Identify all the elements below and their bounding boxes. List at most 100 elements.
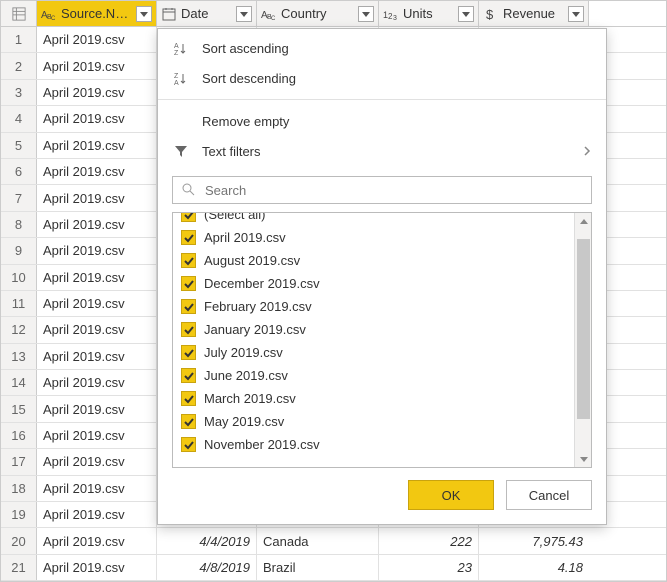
- checkbox-checked-icon[interactable]: [181, 253, 196, 268]
- filter-value-item[interactable]: April 2019.csv: [173, 226, 573, 249]
- scroll-down-icon[interactable]: [575, 450, 592, 467]
- column-header-revenue[interactable]: $ Revenue: [479, 1, 589, 26]
- checkbox-checked-icon[interactable]: [181, 322, 196, 337]
- svg-text:C: C: [51, 16, 56, 22]
- cancel-button[interactable]: Cancel: [506, 480, 592, 510]
- row-number: 10: [1, 265, 37, 290]
- row-number: 11: [1, 291, 37, 316]
- column-header-units[interactable]: 123 Units: [379, 1, 479, 26]
- menu-divider: [158, 99, 606, 100]
- cell-revenue[interactable]: 4.18: [479, 555, 589, 580]
- currency-type-icon: $: [483, 6, 499, 22]
- table-corner-icon[interactable]: [1, 1, 37, 26]
- filter-value-item[interactable]: May 2019.csv: [173, 410, 573, 433]
- column-header-date[interactable]: Date: [157, 1, 257, 26]
- cell-source[interactable]: April 2019.csv: [37, 528, 157, 553]
- checkbox-checked-icon[interactable]: [181, 345, 196, 360]
- column-header-source-name[interactable]: ABC Source.Name: [37, 1, 157, 26]
- sort-ascending-item[interactable]: AZ Sort ascending: [158, 33, 606, 63]
- filter-value-item[interactable]: January 2019.csv: [173, 318, 573, 341]
- column-filter-dropdown[interactable]: [458, 6, 474, 22]
- cell-date[interactable]: 4/8/2019: [157, 555, 257, 580]
- svg-text:C: C: [271, 16, 276, 22]
- remove-empty-item[interactable]: Remove empty: [158, 106, 606, 136]
- filter-value-label: (Select all): [204, 213, 265, 222]
- cell-revenue[interactable]: 7,975.43: [479, 528, 589, 553]
- cell-units[interactable]: 222: [379, 528, 479, 553]
- filter-value-item[interactable]: February 2019.csv: [173, 295, 573, 318]
- row-number: 20: [1, 528, 37, 553]
- cell-source[interactable]: April 2019.csv: [37, 423, 157, 448]
- row-number: 8: [1, 212, 37, 237]
- filter-value-label: November 2019.csv: [204, 437, 320, 452]
- chevron-right-icon: [582, 144, 592, 159]
- checkbox-checked-icon[interactable]: [181, 230, 196, 245]
- cell-source[interactable]: April 2019.csv: [37, 53, 157, 78]
- filter-value-label: May 2019.csv: [204, 414, 284, 429]
- cell-source[interactable]: April 2019.csv: [37, 396, 157, 421]
- column-filter-dropdown[interactable]: [358, 6, 374, 22]
- filter-value-label: July 2019.csv: [204, 345, 283, 360]
- column-filter-dropdown[interactable]: [568, 6, 584, 22]
- filter-value-item[interactable]: March 2019.csv: [173, 387, 573, 410]
- checkbox-checked-icon[interactable]: [181, 299, 196, 314]
- column-filter-dropdown[interactable]: [136, 6, 152, 22]
- cell-source[interactable]: April 2019.csv: [37, 27, 157, 52]
- ok-button[interactable]: OK: [408, 480, 494, 510]
- column-label: Source.Name: [61, 6, 132, 21]
- cell-source[interactable]: April 2019.csv: [37, 80, 157, 105]
- column-header-country[interactable]: ABC Country: [257, 1, 379, 26]
- cell-source[interactable]: April 2019.csv: [37, 555, 157, 580]
- filter-value-label: February 2019.csv: [204, 299, 312, 314]
- cell-country[interactable]: Brazil: [257, 555, 379, 580]
- filter-values-list: (Select all) April 2019.csv August 2019.cs…: [172, 212, 592, 468]
- cell-source[interactable]: April 2019.csv: [37, 106, 157, 131]
- filter-value-item[interactable]: (Select all): [173, 213, 573, 226]
- row-number: 9: [1, 238, 37, 263]
- row-number: 13: [1, 344, 37, 369]
- cell-source[interactable]: April 2019.csv: [37, 212, 157, 237]
- cell-source[interactable]: April 2019.csv: [37, 265, 157, 290]
- cell-date[interactable]: 4/4/2019: [157, 528, 257, 553]
- filter-value-label: April 2019.csv: [204, 230, 286, 245]
- cell-source[interactable]: April 2019.csv: [37, 291, 157, 316]
- cell-source[interactable]: April 2019.csv: [37, 317, 157, 342]
- checkbox-checked-icon[interactable]: [181, 414, 196, 429]
- checkbox-checked-icon[interactable]: [181, 276, 196, 291]
- scroll-thumb[interactable]: [577, 239, 590, 419]
- table-row[interactable]: 20April 2019.csv4/4/2019Canada2227,975.4…: [1, 528, 666, 554]
- cell-source[interactable]: April 2019.csv: [37, 344, 157, 369]
- cell-units[interactable]: 23: [379, 555, 479, 580]
- filter-search-box[interactable]: [172, 176, 592, 204]
- filter-search-input[interactable]: [203, 182, 583, 199]
- filter-value-item[interactable]: December 2019.csv: [173, 272, 573, 295]
- cell-source[interactable]: April 2019.csv: [37, 449, 157, 474]
- filter-value-item[interactable]: June 2019.csv: [173, 364, 573, 387]
- cell-source[interactable]: April 2019.csv: [37, 476, 157, 501]
- row-number: 15: [1, 396, 37, 421]
- cell-source[interactable]: April 2019.csv: [37, 238, 157, 263]
- filter-value-item[interactable]: November 2019.csv: [173, 433, 573, 456]
- table-row[interactable]: 21April 2019.csv4/8/2019Brazil234.18: [1, 555, 666, 581]
- text-filters-item[interactable]: Text filters: [158, 136, 606, 166]
- checkbox-checked-icon[interactable]: [181, 437, 196, 452]
- row-number: 6: [1, 159, 37, 184]
- filter-value-item[interactable]: August 2019.csv: [173, 249, 573, 272]
- svg-text:A: A: [174, 80, 179, 85]
- cell-source[interactable]: April 2019.csv: [37, 370, 157, 395]
- column-header-row: ABC Source.Name Date ABC Country 123 Uni…: [1, 1, 666, 27]
- scroll-up-icon[interactable]: [575, 213, 592, 230]
- cell-source[interactable]: April 2019.csv: [37, 185, 157, 210]
- cell-source[interactable]: April 2019.csv: [37, 159, 157, 184]
- column-filter-dropdown[interactable]: [236, 6, 252, 22]
- column-label: Revenue: [503, 6, 564, 21]
- cell-country[interactable]: Canada: [257, 528, 379, 553]
- cell-source[interactable]: April 2019.csv: [37, 502, 157, 527]
- checkbox-checked-icon[interactable]: [181, 213, 196, 222]
- checkbox-checked-icon[interactable]: [181, 391, 196, 406]
- cell-source[interactable]: April 2019.csv: [37, 133, 157, 158]
- filter-value-item[interactable]: July 2019.csv: [173, 341, 573, 364]
- checkbox-checked-icon[interactable]: [181, 368, 196, 383]
- sort-descending-item[interactable]: ZA Sort descending: [158, 63, 606, 93]
- scrollbar[interactable]: [574, 213, 591, 467]
